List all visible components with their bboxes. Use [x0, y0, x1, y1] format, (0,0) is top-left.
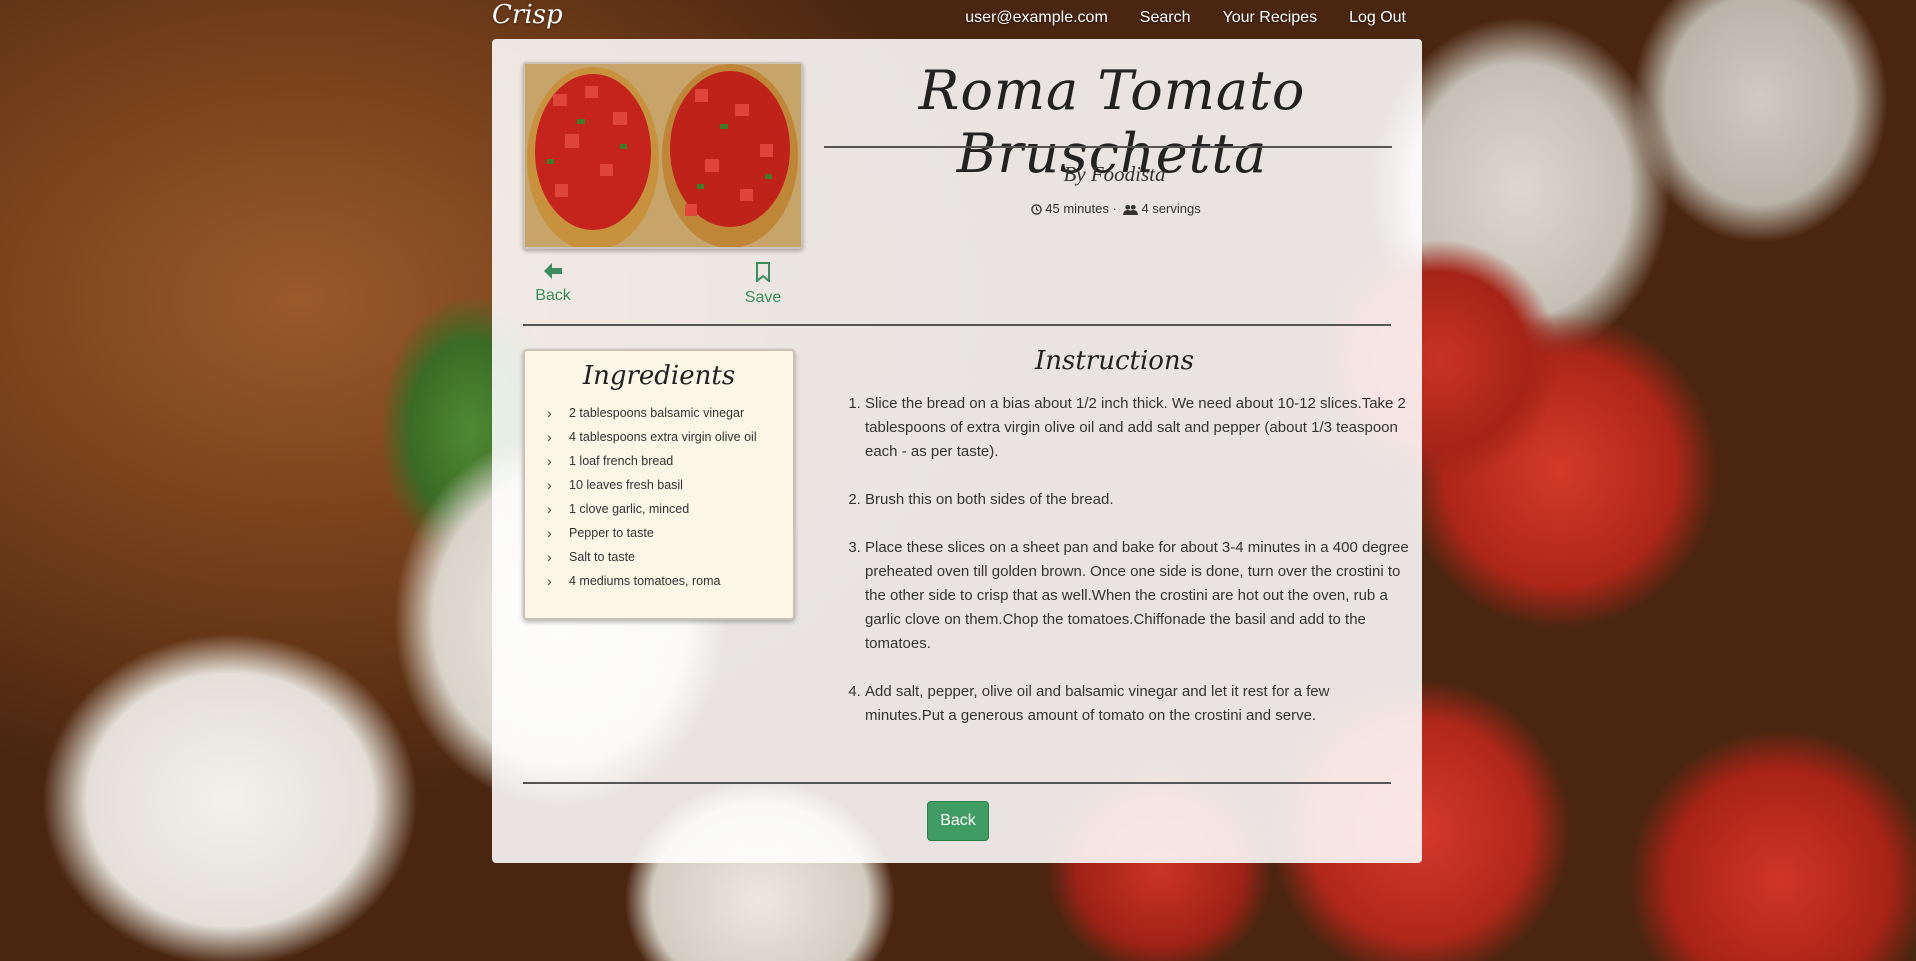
chevron-right-icon: › — [547, 501, 552, 517]
ingredients-title: Ingredients — [582, 361, 736, 391]
ingredient-item: › Pepper to taste — [547, 521, 793, 545]
back-action-label: Back — [535, 287, 571, 304]
recipe-actions: Back Save — [523, 262, 799, 312]
ingredient-item: › 4 tablespoons extra virgin olive oil — [547, 425, 793, 449]
ingredient-text: 4 mediums tomatoes, roma — [569, 574, 721, 588]
nav-links: user@example.com Search Your Recipes Log… — [965, 9, 1406, 27]
brand-logo[interactable]: Crisp — [492, 0, 563, 30]
nav-link-log-out[interactable]: Log Out — [1349, 9, 1406, 27]
chevron-right-icon: › — [547, 429, 552, 445]
recipe-meta: 45 minutes · 4 servings — [832, 201, 1397, 216]
ingredient-item: › Salt to taste — [547, 545, 793, 569]
ingredient-text: Salt to taste — [569, 550, 636, 564]
title-divider — [824, 146, 1392, 148]
ingredient-text: 10 leaves fresh basil — [569, 478, 683, 492]
back-button[interactable]: Back — [927, 801, 989, 841]
back-action[interactable]: Back — [523, 262, 583, 305]
ingredients-list: › 2 tablespoons balsamic vinegar › 4 table… — [525, 401, 793, 593]
users-icon — [1123, 204, 1139, 216]
recipe-time: 45 minutes — [1045, 201, 1109, 216]
bookmark-icon — [756, 262, 770, 284]
chevron-right-icon: › — [547, 453, 552, 469]
clock-icon — [1031, 204, 1043, 215]
instruction-step: Add salt, pepper, olive oil and balsamic… — [865, 680, 1410, 728]
ingredient-text: 2 tablespoons balsamic vinegar — [569, 406, 745, 420]
save-action-label: Save — [744, 289, 782, 306]
nav-link-user[interactable]: user@example.com — [965, 9, 1108, 27]
chevron-right-icon: › — [547, 549, 552, 565]
ingredient-text: 4 tablespoons extra virgin olive oil — [569, 430, 757, 444]
ingredient-item: › 2 tablespoons balsamic vinegar — [547, 401, 793, 425]
chevron-right-icon: › — [547, 405, 552, 421]
ingredient-text: Pepper to taste — [569, 526, 654, 540]
recipe-panel: Back Save Roma Tomato Bruschetta By Food… — [492, 39, 1422, 863]
save-action[interactable]: Save — [733, 262, 793, 307]
ingredient-item: › 1 loaf french bread — [547, 449, 793, 473]
ingredient-text: 1 clove garlic, minced — [569, 502, 690, 516]
chevron-right-icon: › — [547, 525, 552, 541]
arrow-left-icon — [544, 263, 562, 279]
instructions-title: Instructions — [1034, 346, 1195, 376]
recipe-servings: 4 servings — [1141, 201, 1201, 216]
section-divider — [523, 324, 1391, 326]
nav-link-search[interactable]: Search — [1140, 9, 1191, 27]
footer-divider — [523, 782, 1391, 784]
nav-link-your-recipes[interactable]: Your Recipes — [1222, 9, 1317, 27]
instruction-step: Brush this on both sides of the bread. — [865, 488, 1410, 512]
ingredient-item: › 1 clove garlic, minced — [547, 497, 793, 521]
instruction-step: Place these slices on a sheet pan and ba… — [865, 536, 1410, 656]
instruction-step: Slice the bread on a bias about 1/2 inch… — [865, 392, 1410, 464]
ingredients-card: Ingredients › 2 tablespoons balsamic vine… — [523, 349, 795, 620]
chevron-right-icon: › — [547, 477, 552, 493]
meta-separator: · — [1112, 201, 1117, 216]
instructions-list: Slice the bread on a bias about 1/2 inch… — [847, 392, 1410, 752]
chevron-right-icon: › — [547, 573, 552, 589]
ingredient-item: › 10 leaves fresh basil — [547, 473, 793, 497]
ingredient-text: 1 loaf french bread — [569, 454, 674, 468]
top-navbar: Crisp user@example.com Search Your Recip… — [0, 0, 1916, 38]
recipe-photo — [523, 62, 803, 249]
ingredient-item: › 4 mediums tomatoes, roma — [547, 569, 793, 593]
recipe-author: By Foodista — [1063, 162, 1166, 186]
